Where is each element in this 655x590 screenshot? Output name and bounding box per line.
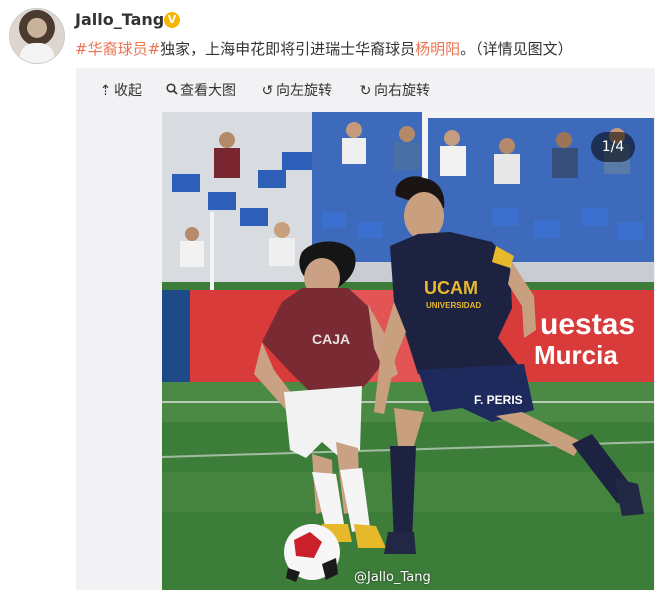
rotate-right-label: 向右旋转: [374, 83, 430, 99]
rotate-left-label: 向左旋转: [276, 83, 332, 99]
image-viewer-panel: ⇡ 收起 查看大图 ↺ 向左旋转 ↻ 向右旋转 uestas Murcia CA…: [76, 68, 655, 590]
hashtag-link[interactable]: #华裔球员#: [75, 40, 160, 58]
collapse-label: 收起: [114, 83, 142, 99]
player-shorts-text: F. PERIS: [474, 393, 523, 407]
collapse-arrow-icon: ⇡: [99, 83, 112, 99]
collapse-button[interactable]: ⇡ 收起: [98, 80, 142, 100]
rotate-right-icon: ↻: [359, 83, 372, 99]
ad-board-text: Murcia: [534, 340, 618, 370]
player-shirt-sponsor: CAJA: [312, 331, 350, 347]
mention-link[interactable]: 杨明阳: [415, 40, 460, 58]
post-text-part: 独家，上海申花即将引进瑞士华裔球员: [160, 40, 416, 58]
rotate-left-icon: ↺: [261, 83, 274, 99]
image-counter-badge: 1/4: [591, 132, 635, 162]
photo-watermark: @Jallo_Tang: [354, 570, 431, 585]
view-large-label: 查看大图: [180, 83, 236, 99]
post-text-part: 。（详情见图文）: [460, 40, 573, 58]
football-scene-image: uestas Murcia CAJA UCAM UNIVERSIDAD F. P…: [162, 112, 654, 590]
rotate-left-button[interactable]: ↺ 向左旋转: [260, 80, 332, 100]
username[interactable]: Jallo_Tang: [75, 10, 164, 29]
view-large-button[interactable]: 查看大图: [164, 80, 236, 100]
player-shirt-sponsor: UCAM: [424, 278, 478, 298]
post-photo[interactable]: uestas Murcia CAJA UCAM UNIVERSIDAD F. P…: [162, 112, 654, 590]
verified-badge-icon: V: [164, 12, 180, 28]
viewer-toolbar: ⇡ 收起 查看大图 ↺ 向左旋转 ↻ 向右旋转: [76, 68, 655, 108]
user-avatar[interactable]: [9, 8, 65, 64]
magnifier-icon: [164, 83, 179, 99]
player-shirt-sponsor-sub: UNIVERSIDAD: [426, 301, 481, 310]
ad-board-text: uestas: [540, 308, 635, 341]
rotate-right-button[interactable]: ↻ 向右旋转: [358, 80, 430, 100]
post-text: #华裔球员#独家，上海申花即将引进瑞士华裔球员杨明阳。（详情见图文）: [75, 38, 573, 59]
football: [284, 524, 340, 582]
